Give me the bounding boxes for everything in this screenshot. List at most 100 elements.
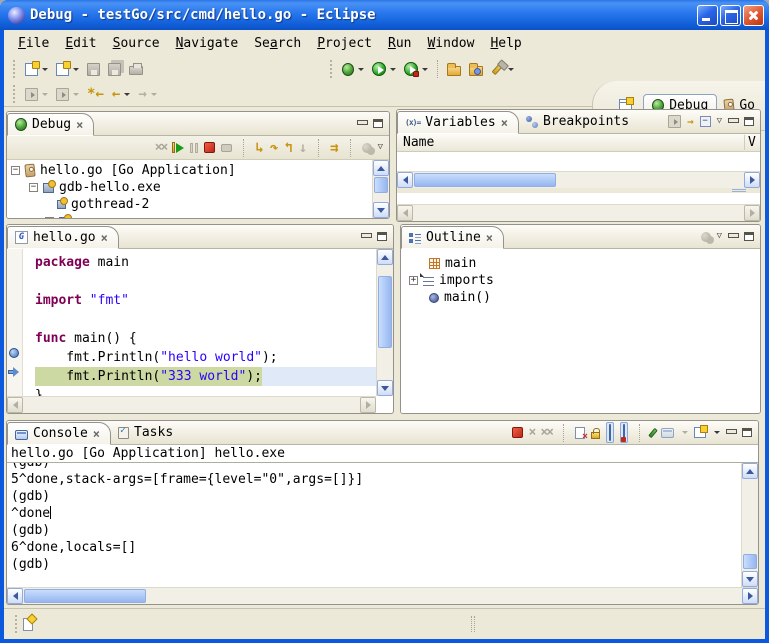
step-into-icon[interactable]: ↳ bbox=[255, 142, 263, 154]
outline-item-imports[interactable]: + imports bbox=[409, 272, 760, 289]
close-tab-icon[interactable]: × bbox=[501, 118, 508, 128]
toolbar-drag-handle[interactable] bbox=[11, 60, 18, 78]
scroll-up-button[interactable] bbox=[742, 463, 758, 479]
debug-tree-row-clipped[interactable] bbox=[11, 213, 389, 218]
menu-navigate[interactable]: Navigate bbox=[168, 33, 247, 54]
maximize-view-icon[interactable] bbox=[744, 232, 754, 241]
scroll-thumb[interactable] bbox=[743, 554, 757, 569]
save-all-button[interactable] bbox=[105, 61, 124, 78]
open-type-button[interactable] bbox=[444, 61, 464, 78]
scroll-down-button[interactable] bbox=[377, 380, 393, 396]
annotation-ruler[interactable] bbox=[7, 249, 23, 396]
open-resource-button[interactable] bbox=[466, 61, 486, 78]
close-tab-icon[interactable]: × bbox=[93, 429, 100, 439]
menu-edit[interactable]: Edit bbox=[57, 33, 104, 54]
link-with-editor-icon[interactable] bbox=[701, 232, 711, 242]
console-vscrollbar[interactable] bbox=[741, 463, 758, 587]
code-line[interactable] bbox=[35, 272, 376, 291]
back-button[interactable]: ← bbox=[109, 86, 133, 102]
minimize-view-icon[interactable] bbox=[728, 232, 738, 241]
toolbar-drag-handle[interactable] bbox=[11, 85, 18, 103]
minimize-button[interactable] bbox=[697, 5, 718, 26]
use-step-filters-icon[interactable]: ⇉ bbox=[330, 142, 338, 154]
variables-table-empty[interactable] bbox=[397, 152, 760, 171]
outline-item-main-func[interactable]: main() bbox=[409, 289, 760, 306]
run-external-tools-button[interactable] bbox=[401, 60, 431, 78]
view-menu-chevron-icon[interactable]: ▽ bbox=[717, 232, 722, 241]
step-over-icon[interactable]: ↷ bbox=[270, 142, 278, 154]
view-menu-chevron-icon[interactable]: ▽ bbox=[378, 143, 383, 152]
scroll-thumb[interactable] bbox=[374, 177, 388, 193]
code-line[interactable] bbox=[35, 310, 376, 329]
scroll-left-button[interactable] bbox=[397, 205, 413, 221]
maximize-view-icon[interactable] bbox=[377, 232, 387, 241]
console-output[interactable]: (gdb) 5^done,stack-args=[frame={level="0… bbox=[7, 463, 741, 587]
maximize-view-icon[interactable] bbox=[742, 428, 752, 437]
minimize-view-icon[interactable] bbox=[357, 119, 367, 128]
run-button[interactable] bbox=[369, 60, 399, 78]
view-menu-chevron-icon[interactable]: ▽ bbox=[717, 117, 722, 126]
scroll-lock-icon[interactable] bbox=[591, 432, 600, 439]
minimize-view-icon[interactable] bbox=[361, 232, 371, 241]
scroll-up-button[interactable] bbox=[377, 249, 393, 265]
tab-console[interactable]: Console × bbox=[7, 422, 111, 445]
code-line[interactable]: package main bbox=[35, 253, 376, 272]
outline-item-package[interactable]: main bbox=[409, 255, 760, 272]
minimize-view-icon[interactable] bbox=[726, 428, 736, 437]
scroll-down-button[interactable] bbox=[742, 571, 758, 587]
debug-button[interactable] bbox=[339, 61, 367, 78]
outline-tree[interactable]: main + imports main() bbox=[401, 249, 760, 413]
debug-tree-row-process[interactable]: − gdb-hello.exe bbox=[11, 179, 389, 196]
minimize-view-icon[interactable] bbox=[728, 117, 738, 126]
pin-debug-context-icon[interactable] bbox=[362, 143, 372, 153]
collapse-all-icon[interactable]: − bbox=[700, 116, 711, 127]
terminate-icon[interactable] bbox=[512, 427, 523, 438]
show-on-stdout-toggle[interactable] bbox=[606, 422, 614, 443]
tab-variables[interactable]: (x)= Variables × bbox=[397, 111, 519, 134]
variables-detail-hscrollbar[interactable] bbox=[397, 204, 760, 221]
collapse-expander-icon[interactable] bbox=[45, 217, 54, 218]
menu-window[interactable]: Window bbox=[419, 33, 482, 54]
debug-tree[interactable]: − hello.go [Go Application] − gdb-hello.… bbox=[7, 160, 389, 218]
scroll-right-button[interactable] bbox=[742, 588, 758, 604]
fast-view-icon[interactable] bbox=[23, 618, 33, 631]
scroll-right-button[interactable] bbox=[744, 172, 760, 188]
show-on-stderr-toggle[interactable] bbox=[620, 422, 628, 443]
drop-to-frame-icon[interactable]: ↓ bbox=[299, 142, 307, 154]
maximize-view-icon[interactable] bbox=[744, 117, 754, 126]
pin-console-icon[interactable] bbox=[648, 427, 657, 437]
forward-button[interactable]: → bbox=[135, 86, 159, 102]
previous-annotation-button[interactable] bbox=[53, 86, 82, 103]
last-edit-location-button[interactable]: *← bbox=[84, 86, 107, 102]
next-annotation-button[interactable] bbox=[22, 86, 51, 103]
column-header-name[interactable]: Name bbox=[397, 135, 744, 150]
collapse-expander-icon[interactable]: − bbox=[11, 166, 20, 175]
titlebar[interactable]: Debug - testGo/src/cmd/hello.go - Eclips… bbox=[0, 0, 769, 30]
tab-breakpoints[interactable]: Breakpoints bbox=[519, 110, 639, 133]
terminate-icon[interactable] bbox=[204, 142, 215, 153]
open-console-icon[interactable] bbox=[694, 427, 706, 438]
scroll-right-button[interactable] bbox=[360, 397, 376, 413]
disconnect-icon[interactable] bbox=[221, 144, 232, 152]
add-variable-icon[interactable]: → bbox=[687, 116, 694, 128]
variables-detail-sash[interactable] bbox=[397, 188, 760, 193]
console-hscrollbar[interactable] bbox=[7, 587, 758, 604]
scroll-left-button[interactable] bbox=[7, 588, 23, 604]
menu-source[interactable]: Source bbox=[105, 33, 168, 54]
tab-debug[interactable]: Debug × bbox=[7, 113, 94, 136]
close-button[interactable] bbox=[743, 5, 764, 26]
editor-vscrollbar[interactable] bbox=[376, 249, 393, 396]
remove-all-terminated-icon[interactable]: ×× bbox=[155, 142, 167, 154]
scroll-right-button[interactable] bbox=[744, 205, 760, 221]
show-logical-structure-icon[interactable] bbox=[668, 115, 681, 128]
debug-tree-row-launch[interactable]: − hello.go [Go Application] bbox=[11, 162, 389, 179]
variables-detail-pane[interactable] bbox=[397, 193, 760, 204]
clear-console-icon[interactable] bbox=[575, 427, 585, 439]
step-return-icon[interactable]: ↰ bbox=[284, 142, 292, 154]
suspend-icon[interactable] bbox=[190, 143, 198, 153]
collapse-expander-icon[interactable]: − bbox=[29, 183, 38, 192]
editor-hscrollbar[interactable] bbox=[7, 396, 376, 413]
maximize-view-icon[interactable] bbox=[373, 119, 383, 128]
scroll-up-button[interactable] bbox=[373, 160, 389, 176]
scroll-thumb[interactable] bbox=[24, 589, 146, 603]
